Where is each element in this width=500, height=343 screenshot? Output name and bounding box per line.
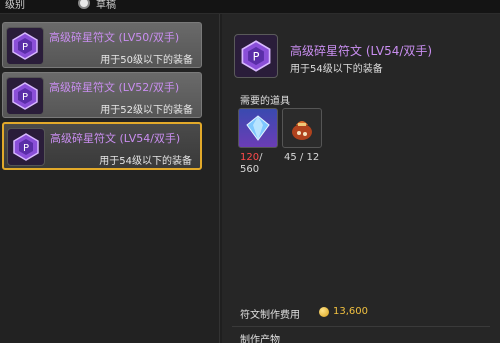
rune-gem-icon: P	[6, 77, 44, 115]
rune-item-desc: 用于54级以下的装备	[99, 156, 192, 167]
rune-gem-icon: P	[7, 128, 45, 166]
required-items-label: 需要的道具	[240, 96, 290, 107]
svg-text:P: P	[22, 42, 28, 53]
rune-list-item-selected[interactable]: P 高级碎星符文 (LV54/双手) 用于54级以下的装备	[2, 122, 202, 170]
rune-list-item[interactable]: P 高级碎星符文 (LV52/双手) 用于52级以下的装备	[2, 72, 202, 118]
crystal-icon[interactable]	[238, 108, 278, 148]
material-count: 45 / 12	[284, 152, 319, 163]
svg-text:P: P	[22, 92, 28, 103]
draft-label[interactable]: 草稿	[96, 0, 116, 11]
rune-item-title: 高级碎星符文 (LV52/双手)	[49, 81, 180, 94]
rune-list: P 高级碎星符文 (LV50/双手) 用于50级以下的装备 P 高级碎星符文 (…	[0, 14, 220, 343]
gold-coin-icon	[319, 307, 329, 317]
rune-crafting-window: 级别 草稿 P 高级碎星符文 (LV50/双手) 用于50级以下的装备 P 高级…	[0, 0, 500, 343]
bag-icon[interactable]	[282, 108, 322, 148]
rune-item-desc: 用于52级以下的装备	[100, 105, 193, 116]
material-have: 45	[284, 152, 297, 163]
svg-text:P: P	[253, 50, 260, 64]
draft-radio[interactable]	[78, 0, 90, 9]
detail-title: 高级碎星符文 (LV54/双手)	[290, 44, 433, 58]
detail-desc: 用于54级以下的装备	[290, 64, 383, 75]
material-need: / 12	[296, 152, 320, 163]
product-label: 制作产物	[240, 335, 280, 343]
material-have: 120	[240, 152, 260, 163]
rune-item-desc: 用于50级以下的装备	[100, 55, 193, 66]
rune-item-title: 高级碎星符文 (LV50/双手)	[49, 31, 180, 44]
filter-bar: 级别 草稿	[0, 0, 500, 14]
craft-fee-label: 符文制作费用	[240, 310, 300, 321]
rune-gem-icon: P	[234, 34, 278, 78]
level-sort-label[interactable]: 级别	[5, 0, 25, 11]
rune-list-item[interactable]: P 高级碎星符文 (LV50/双手) 用于50级以下的装备	[2, 22, 202, 68]
divider	[232, 326, 490, 327]
material-count: 120/560	[240, 152, 268, 176]
svg-text:P: P	[23, 143, 29, 154]
rune-gem-icon: P	[6, 27, 44, 65]
rune-detail-panel: P 高级碎星符文 (LV54/双手) 用于54级以下的装备 需要的道具 120/…	[222, 14, 500, 343]
craft-fee-value: 13,600	[333, 306, 368, 317]
rune-item-title: 高级碎星符文 (LV54/双手)	[50, 132, 181, 145]
